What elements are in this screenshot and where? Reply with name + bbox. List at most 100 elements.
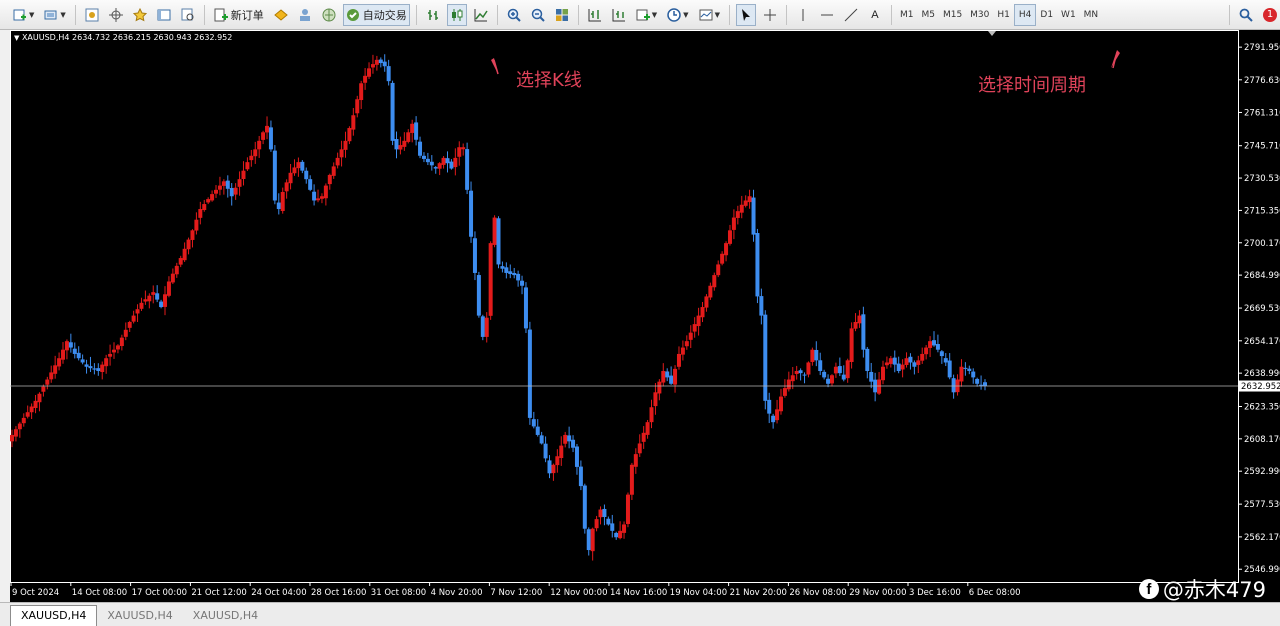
indicators-button[interactable]: ▼ [633, 4, 660, 26]
auto-trading-button[interactable]: 自动交易 [342, 3, 410, 26]
text-tool-icon: A [871, 8, 879, 21]
candle-body [571, 439, 576, 448]
candle-body [170, 273, 175, 283]
chevron-down-icon[interactable]: ▼ [652, 11, 657, 19]
chart-menu-triangle-icon[interactable]: ▼ [14, 34, 19, 42]
chevron-down-icon[interactable]: ▼ [60, 11, 65, 19]
indicators-icon [636, 9, 650, 20]
toolbar-separator [785, 4, 787, 25]
bar-chart-button[interactable] [423, 4, 443, 26]
timeframe-mn-button[interactable]: MN [1080, 4, 1103, 26]
candle-body [163, 294, 168, 307]
candle-body [476, 275, 481, 316]
candle-body [217, 185, 222, 190]
chart-tab[interactable]: XAUUSD,H4 [97, 606, 182, 626]
candle-body [669, 375, 674, 384]
chart-window[interactable]: ▼ XAUUSD,H4 2634.732 2636.215 2630.943 2… [10, 30, 1280, 602]
periods-button[interactable]: ▼ [664, 4, 691, 26]
notifications-button[interactable]: 1 [1260, 4, 1280, 26]
auto-scroll-button[interactable] [609, 4, 629, 26]
candle-body [716, 264, 721, 276]
crosshair-tool-button[interactable] [760, 4, 780, 26]
terminal-button[interactable] [154, 4, 174, 26]
market-button[interactable] [319, 4, 339, 26]
candle-body [378, 59, 383, 64]
candle-body [410, 123, 415, 133]
candle-body [924, 347, 929, 355]
chart-shift-button[interactable] [585, 4, 605, 26]
horizontal-line-button[interactable] [817, 4, 837, 26]
new-chart-button[interactable]: ▼ [10, 4, 37, 26]
candle-body [543, 443, 548, 459]
candle-body [861, 314, 866, 350]
candle-body [951, 378, 956, 393]
diamond-editor-icon [274, 8, 288, 21]
tile-windows-button[interactable] [552, 4, 572, 26]
candle-body [414, 122, 419, 140]
market-watch-button[interactable] [82, 4, 102, 26]
candle-body [457, 147, 462, 157]
crosshair-icon [763, 8, 776, 21]
candle-body [80, 359, 85, 363]
candle-body [880, 366, 885, 381]
timeframe-h4-button[interactable]: H4 [1013, 3, 1037, 26]
meta-editor-button[interactable] [271, 4, 291, 26]
timeframe-h1-button[interactable]: H1 [993, 4, 1014, 26]
zoom-out-button[interactable] [528, 4, 548, 26]
candle-body [221, 181, 226, 186]
candle-body [343, 140, 348, 150]
text-tool-button[interactable]: A [865, 4, 885, 26]
chevron-down-icon[interactable]: ▼ [715, 11, 720, 19]
new-order-label: 新订单 [230, 8, 264, 22]
vertical-line-button[interactable] [793, 4, 813, 26]
clock-icon [667, 7, 681, 22]
candle-body [421, 155, 426, 159]
timeframe-m30-button[interactable]: M30 [966, 4, 993, 26]
candle-body [547, 460, 552, 474]
templates-button[interactable]: ▼ [696, 4, 723, 26]
chevron-down-icon[interactable]: ▼ [683, 11, 688, 19]
candle-body [578, 466, 583, 487]
candle-body [112, 349, 117, 353]
chevron-down-icon[interactable]: ▼ [29, 11, 34, 19]
profiles-button[interactable]: ▼ [41, 4, 68, 26]
candle-body [959, 366, 964, 382]
timeframe-m5-button[interactable]: M5 [917, 4, 939, 26]
candle-body [520, 280, 525, 286]
search-button[interactable] [1236, 4, 1256, 26]
candle-body [186, 239, 191, 250]
toolbar-separator [74, 4, 76, 25]
cursor-tool-button[interactable] [735, 3, 756, 26]
new-order-button[interactable]: 新订单 [211, 4, 267, 26]
date-label: 9 Oct 2024 [12, 588, 59, 598]
signals-button[interactable] [295, 4, 315, 26]
strategy-tester-button[interactable] [178, 4, 198, 26]
date-label: 29 Nov 00:00 [849, 588, 906, 598]
timeframe-m15-button[interactable]: M15 [939, 4, 966, 26]
candlestick-chart-button[interactable] [446, 3, 467, 26]
date-label: 21 Nov 20:00 [730, 588, 787, 598]
chart-tab[interactable]: XAUUSD,H4 [10, 605, 98, 626]
candle-body [598, 509, 603, 518]
plot-frame [10, 30, 1239, 583]
timeframe-w1-button[interactable]: W1 [1057, 4, 1080, 26]
candle-body [249, 155, 254, 161]
vertical-line-icon [802, 8, 804, 21]
timeframe-m1-button[interactable]: M1 [896, 4, 918, 26]
candle-body [665, 371, 670, 378]
candle-body [841, 374, 846, 380]
zoom-in-button[interactable] [504, 4, 524, 26]
toolbar-separator [415, 4, 417, 25]
data-window-button[interactable] [106, 4, 126, 26]
auto-scroll-icon [612, 8, 625, 21]
line-chart-button[interactable] [471, 4, 491, 26]
chart-tab[interactable]: XAUUSD,H4 [183, 606, 268, 626]
candle-body [147, 295, 152, 302]
candle-body [680, 347, 685, 355]
navigator-button[interactable] [130, 4, 150, 26]
candle-body [661, 371, 666, 383]
timeframe-d1-button[interactable]: D1 [1036, 4, 1057, 26]
trendline-button[interactable] [841, 4, 861, 26]
price-chart[interactable]: 2791.950 2776.630 2761.310 2745.710 2730.530… [10, 30, 1280, 602]
candle-body [335, 157, 340, 166]
